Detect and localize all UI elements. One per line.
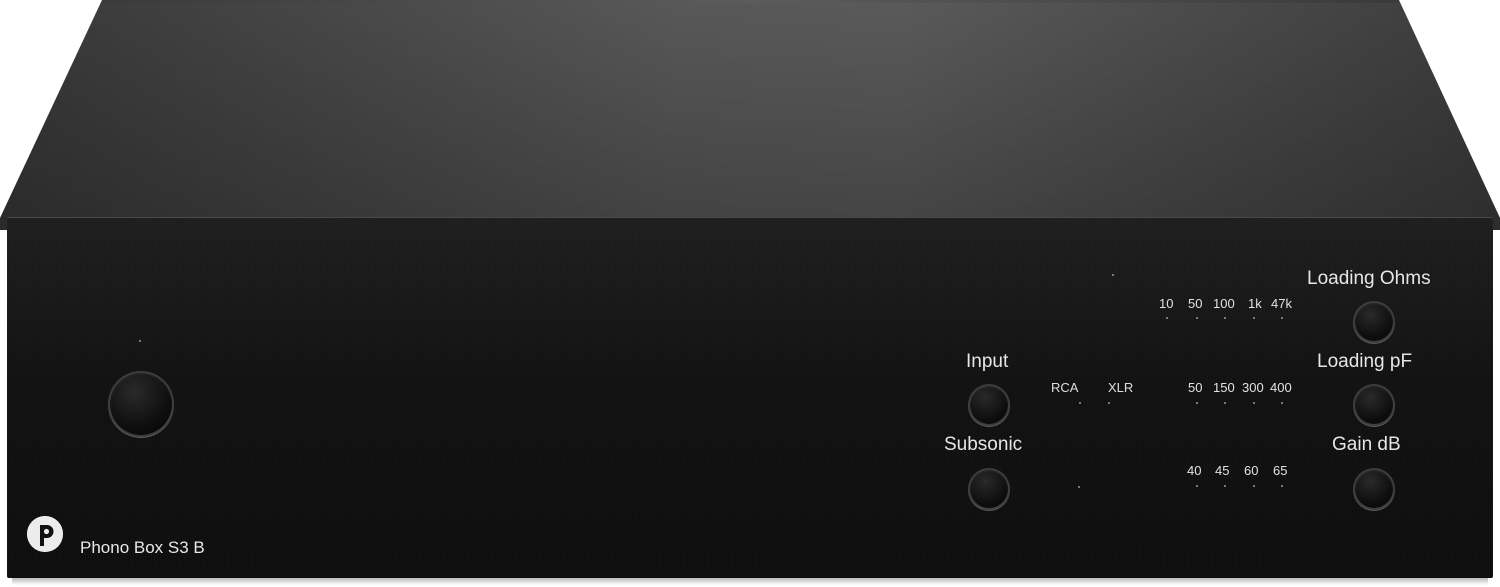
ohms-option-50: 50 xyxy=(1188,296,1203,311)
gain-led-65 xyxy=(1281,485,1283,487)
pro-ject-logo-icon xyxy=(27,516,63,552)
power-led xyxy=(139,340,141,342)
model-name: Phono Box S3 B xyxy=(80,538,205,557)
phono-preamp-device: Input Subsonic RCA XLR Loading Ohms 10 5… xyxy=(0,0,1500,587)
gain-option-40: 40 xyxy=(1187,463,1202,478)
gain-led-60 xyxy=(1253,485,1255,487)
subsonic-label: Subsonic xyxy=(944,434,1023,455)
gain-db-label: Gain dB xyxy=(1332,434,1401,455)
subsonic-led xyxy=(1078,486,1080,488)
pf-option-150: 150 xyxy=(1213,380,1235,395)
ohms-led-47k xyxy=(1281,317,1283,319)
ohms-option-1k: 1k xyxy=(1248,296,1262,311)
ohms-led-100 xyxy=(1224,317,1226,319)
loading-pf-button[interactable] xyxy=(1355,386,1393,424)
pf-option-50: 50 xyxy=(1188,380,1203,395)
ohms-option-10: 10 xyxy=(1159,296,1174,311)
ohms-led-1k xyxy=(1253,317,1255,319)
rca-led xyxy=(1079,402,1081,404)
ohms-option-100: 100 xyxy=(1213,296,1235,311)
pf-led-50 xyxy=(1196,402,1198,404)
pf-option-300: 300 xyxy=(1242,380,1264,395)
subsonic-button[interactable] xyxy=(970,470,1008,508)
input-label: Input xyxy=(966,351,1009,372)
xlr-led xyxy=(1108,402,1110,404)
input-option-rca: RCA xyxy=(1051,380,1079,395)
gain-db-button[interactable] xyxy=(1355,470,1393,508)
status-led xyxy=(1112,274,1114,276)
loading-ohms-button[interactable] xyxy=(1355,303,1393,341)
pf-option-400: 400 xyxy=(1270,380,1292,395)
top-cover-edge xyxy=(102,0,1399,3)
ohms-option-47k: 47k xyxy=(1271,296,1292,311)
pf-led-150 xyxy=(1224,402,1226,404)
loading-pf-label: Loading pF xyxy=(1317,351,1413,372)
ohms-led-50 xyxy=(1196,317,1198,319)
top-cover xyxy=(0,0,1500,230)
loading-ohms-label: Loading Ohms xyxy=(1307,268,1431,289)
input-button[interactable] xyxy=(970,386,1008,424)
power-button[interactable] xyxy=(110,373,172,435)
front-panel xyxy=(7,217,1493,578)
pf-led-400 xyxy=(1281,402,1283,404)
gain-option-45: 45 xyxy=(1215,463,1230,478)
gain-option-65: 65 xyxy=(1273,463,1288,478)
pf-led-300 xyxy=(1253,402,1255,404)
input-option-xlr: XLR xyxy=(1108,380,1134,395)
gain-led-40 xyxy=(1196,485,1198,487)
gain-led-45 xyxy=(1224,485,1226,487)
gain-option-60: 60 xyxy=(1244,463,1259,478)
ohms-led-10 xyxy=(1166,317,1168,319)
